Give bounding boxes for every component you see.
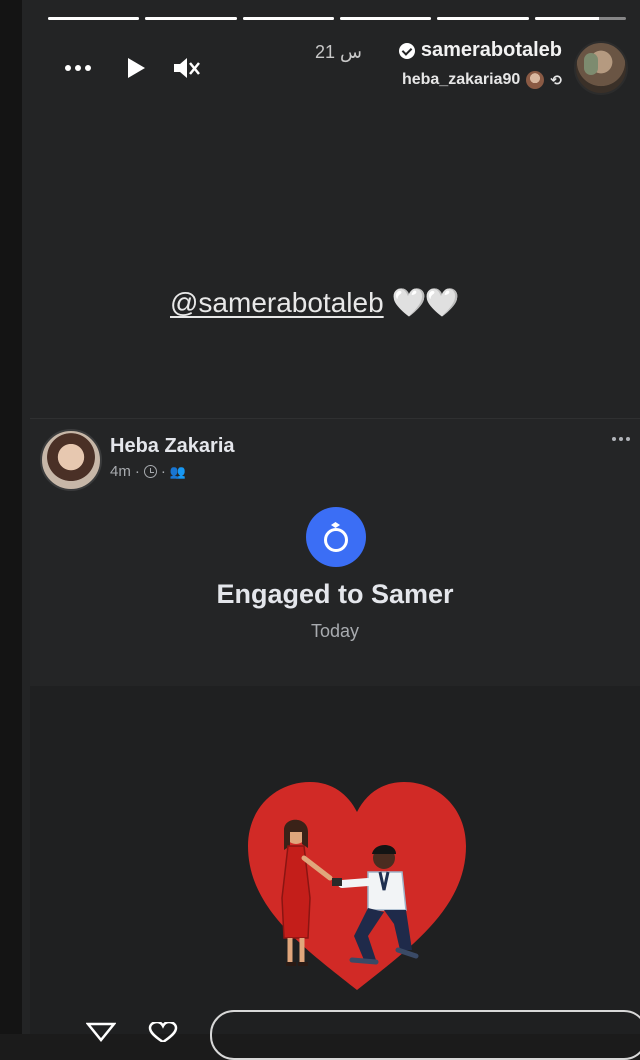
post-author-name[interactable]: Heba Zakaria <box>110 435 235 458</box>
progress-segment <box>437 17 529 20</box>
post-meta: 4m · · 👥 <box>110 463 186 480</box>
post-options-icon[interactable] <box>612 437 630 441</box>
proposal-heart-illustration <box>248 782 466 990</box>
verified-badge-icon <box>398 42 415 59</box>
story-header: 21 س samerabotaleb heba_zakaria90 ⟲ <box>22 35 640 100</box>
meta-separator: · <box>134 463 140 480</box>
reshared-avatar <box>526 71 545 89</box>
profile-avatar[interactable] <box>574 41 628 95</box>
facebook-post-screenshot: Heba Zakaria 4m · · 👥 Engaged to Samer T… <box>30 418 640 1034</box>
story-username[interactable]: samerabotaleb <box>398 39 562 62</box>
life-event-title: Engaged to Samer <box>216 579 454 609</box>
white-hearts: 🤍🤍 <box>391 287 460 318</box>
repost-icon: ⟲ <box>550 71 562 88</box>
story-progress <box>48 17 626 20</box>
life-event-date: Today <box>310 621 360 641</box>
engagement-ring-icon <box>306 507 366 567</box>
mention-sticker[interactable]: @samerabotaleb 🤍🤍 <box>170 286 460 319</box>
story-viewer: 21 س samerabotaleb heba_zakaria90 ⟲ @sam… <box>22 0 640 1060</box>
mention-handle[interactable]: @samerabotaleb <box>170 287 384 319</box>
meta-separator: · <box>160 463 166 480</box>
story-time: 21 س <box>314 42 362 62</box>
post-author-avatar[interactable] <box>40 429 102 491</box>
more-dots-icon[interactable] <box>60 53 96 83</box>
heart-outline-icon[interactable] <box>148 1022 178 1042</box>
progress-segment <box>534 17 626 20</box>
progress-segment <box>339 17 432 20</box>
reshared-username: heba_zakaria90 <box>401 71 521 88</box>
left-edge <box>0 0 22 1034</box>
post-header-area: Heba Zakaria 4m · · 👥 Engaged to Samer T… <box>30 418 640 687</box>
clock-icon <box>143 465 157 478</box>
reshared-from[interactable]: heba_zakaria90 ⟲ <box>402 71 562 89</box>
progress-segment <box>48 17 140 20</box>
progress-segment <box>145 17 237 20</box>
username-text: samerabotaleb <box>420 39 562 61</box>
friends-audience-icon: 👥 <box>169 463 187 479</box>
play-icon[interactable] <box>118 53 154 83</box>
reply-input[interactable] <box>210 1010 640 1060</box>
speaker-muted-icon[interactable] <box>168 53 204 83</box>
post-time: 4m <box>110 463 131 480</box>
send-icon[interactable] <box>86 1022 116 1042</box>
story-bottom-bar <box>44 1000 640 1060</box>
progress-segment <box>242 17 334 20</box>
